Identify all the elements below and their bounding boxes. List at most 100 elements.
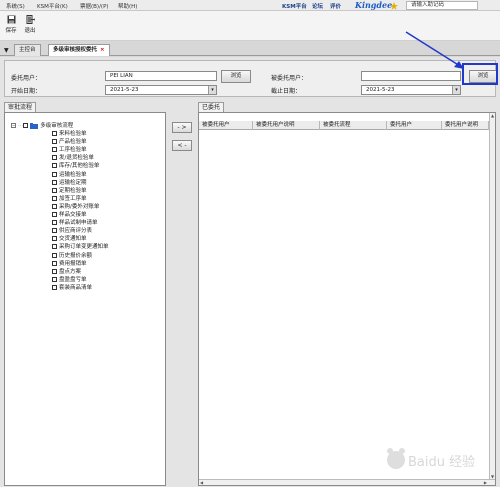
tree-item-label: 盘盈盘亏单: [59, 276, 87, 283]
delegator-input[interactable]: PEI LIAN: [105, 71, 217, 81]
tree-item[interactable]: 费用报销单: [52, 260, 87, 268]
tab-list-dropdown-icon[interactable]: ▼: [4, 47, 9, 54]
tree-item-checkbox[interactable]: [52, 276, 57, 282]
browse-delegator-button[interactable]: 浏览: [221, 70, 251, 83]
tree-item[interactable]: 盘盈盘亏单: [52, 276, 87, 284]
tree-item[interactable]: 供应商评分表: [52, 227, 92, 235]
tree-item-checkbox[interactable]: [52, 147, 57, 153]
menu-help[interactable]: 帮助(H): [118, 2, 137, 10]
delegatee-label: 被委托用户：: [271, 75, 308, 82]
approval-flow-tree: − ··· 多级审核流程 来料检验单 产品检验单 工序检验单 发/退货检验单 库存/其他检验…: [4, 112, 166, 486]
tree-item-checkbox[interactable]: [52, 187, 57, 193]
tree-item[interactable]: 采购订单变更通知单: [52, 243, 109, 251]
column-header[interactable]: 委托用户: [387, 121, 442, 130]
tree-item-checkbox[interactable]: [52, 252, 57, 258]
tree-item[interactable]: 套装商品清单: [52, 284, 92, 292]
tree-item-label: 运输检定期: [59, 179, 87, 186]
tree-item-checkbox[interactable]: [52, 179, 57, 185]
tree-item-label: 套装商品清单: [59, 284, 93, 291]
tree-item[interactable]: 历史报价余额: [52, 252, 92, 260]
link-ksm-platform[interactable]: KSM平台: [282, 2, 307, 10]
tab-approval-flow[interactable]: 审批流程: [4, 102, 37, 112]
column-header[interactable]: 委托用户说明: [442, 121, 489, 130]
tree-item-checkbox[interactable]: [52, 236, 57, 242]
tree-item[interactable]: 库存/其他检验单: [52, 162, 99, 170]
exit-button[interactable]: 退出: [23, 15, 37, 34]
tree-item-checkbox[interactable]: [52, 284, 57, 290]
tree-item-checkbox[interactable]: [52, 212, 57, 217]
collapse-toggle-icon[interactable]: −: [11, 123, 16, 128]
column-header[interactable]: 被委托流程: [320, 121, 387, 130]
tree-item-label: 样品交接单: [59, 212, 87, 218]
tab-delegated[interactable]: 已委托: [198, 102, 225, 112]
exit-door-icon: [26, 15, 35, 24]
tree-item[interactable]: 采购/委外对账单: [52, 203, 99, 211]
menu-ksm[interactable]: KSM平台(K): [37, 2, 68, 10]
tree-item[interactable]: 定期检验单: [52, 187, 87, 195]
tree-item-checkbox[interactable]: [52, 268, 57, 274]
tree-item-checkbox[interactable]: [52, 131, 57, 136]
chevron-down-icon[interactable]: ▾: [208, 86, 216, 94]
link-review[interactable]: 评价: [330, 2, 341, 10]
mnemonic-search-input[interactable]: 请输入助记码: [406, 1, 478, 10]
baidu-watermark-icon: Baidu 经验: [387, 448, 475, 470]
move-left-button[interactable]: < -: [172, 140, 192, 151]
tree-item-label: 加签工序单: [59, 195, 87, 202]
tree-item[interactable]: 来料检验单: [52, 130, 87, 138]
column-header[interactable]: 被委托用户: [199, 121, 253, 130]
tree-root-checkbox[interactable]: [23, 123, 29, 128]
tree-item-label: 运输检验单: [59, 171, 87, 178]
tab-close-icon[interactable]: ×: [100, 47, 105, 53]
tree-item-label: 工序检验单: [59, 147, 87, 154]
tree-item-checkbox[interactable]: [52, 155, 57, 161]
tree-item-label: 供应商评分表: [59, 228, 93, 235]
tree-item[interactable]: 加签工序单: [52, 195, 87, 203]
tree-root[interactable]: − ··· 多级审核流程: [11, 122, 73, 130]
menu-system[interactable]: 系统(S): [6, 2, 25, 10]
tree-item[interactable]: 发/退货检验单: [52, 154, 94, 162]
delegated-grid: 被委托用户 被委托用户说明 被委托流程 委托用户 委托用户说明 ▲ ▼ ◀ ▶: [198, 112, 496, 486]
tree-item-checkbox[interactable]: [52, 260, 57, 266]
star-flag-icon: [390, 2, 398, 10]
tree-item-checkbox[interactable]: [52, 220, 57, 226]
tree-item-label: 历史报价余额: [59, 252, 93, 259]
scroll-up-icon[interactable]: ▲: [491, 113, 494, 118]
tree-item[interactable]: 交货通知单: [52, 235, 87, 243]
menu-bill[interactable]: 票据(B)/(P): [80, 2, 109, 10]
tab-main-console[interactable]: 主控台: [14, 44, 41, 56]
scroll-left-icon[interactable]: ◀: [200, 480, 203, 485]
grid-header: 被委托用户 被委托用户说明 被委托流程 委托用户 委托用户说明: [199, 121, 495, 130]
tree-item[interactable]: 样品交接单: [52, 211, 87, 219]
tree-item[interactable]: 产品检验单: [52, 138, 87, 146]
column-header[interactable]: 被委托用户说明: [253, 121, 320, 130]
chevron-down-icon[interactable]: ▾: [452, 86, 460, 94]
tree-item-checkbox[interactable]: [52, 139, 57, 145]
tree-item-checkbox[interactable]: [52, 244, 57, 250]
link-forum[interactable]: 论坛: [312, 2, 323, 10]
save-button[interactable]: 保存: [4, 15, 18, 34]
tree-item[interactable]: 运输检验单: [52, 171, 87, 179]
tree-item-checkbox[interactable]: [52, 203, 57, 209]
start-date-value: 2021-5-23: [110, 87, 139, 93]
end-date-picker[interactable]: 2021-5-23 ▾: [361, 85, 461, 95]
tree-item-checkbox[interactable]: [52, 228, 57, 234]
start-date-picker[interactable]: 2021-5-23 ▾: [105, 85, 217, 95]
tree-item[interactable]: 盘点方案: [52, 268, 81, 276]
save-icon: [7, 15, 15, 24]
move-right-button[interactable]: - >: [172, 122, 192, 133]
tree-item[interactable]: 工序检验单: [52, 146, 87, 154]
tree-item-checkbox[interactable]: [52, 171, 57, 177]
tree-item[interactable]: 运输检定期: [52, 179, 87, 187]
tree-item-checkbox[interactable]: [52, 195, 57, 201]
tree-item-label: 库存/其他检验单: [59, 163, 100, 170]
vertical-scrollbar[interactable]: ▲ ▼: [489, 113, 495, 485]
scroll-right-icon[interactable]: ▶: [484, 480, 487, 485]
tree-item-checkbox[interactable]: [52, 163, 57, 169]
save-label: 保存: [5, 28, 17, 34]
tree-item-label: 定期检验单: [59, 187, 87, 194]
delegator-label: 委托用户：: [11, 75, 42, 82]
tab-multilevel-delegation[interactable]: 多级审核授权委托 ×: [48, 44, 110, 56]
tree-item-label: 来料检验单: [59, 131, 87, 137]
tree-item-label: 样品试制申请单: [59, 220, 98, 227]
tree-item[interactable]: 样品试制申请单: [52, 219, 98, 227]
